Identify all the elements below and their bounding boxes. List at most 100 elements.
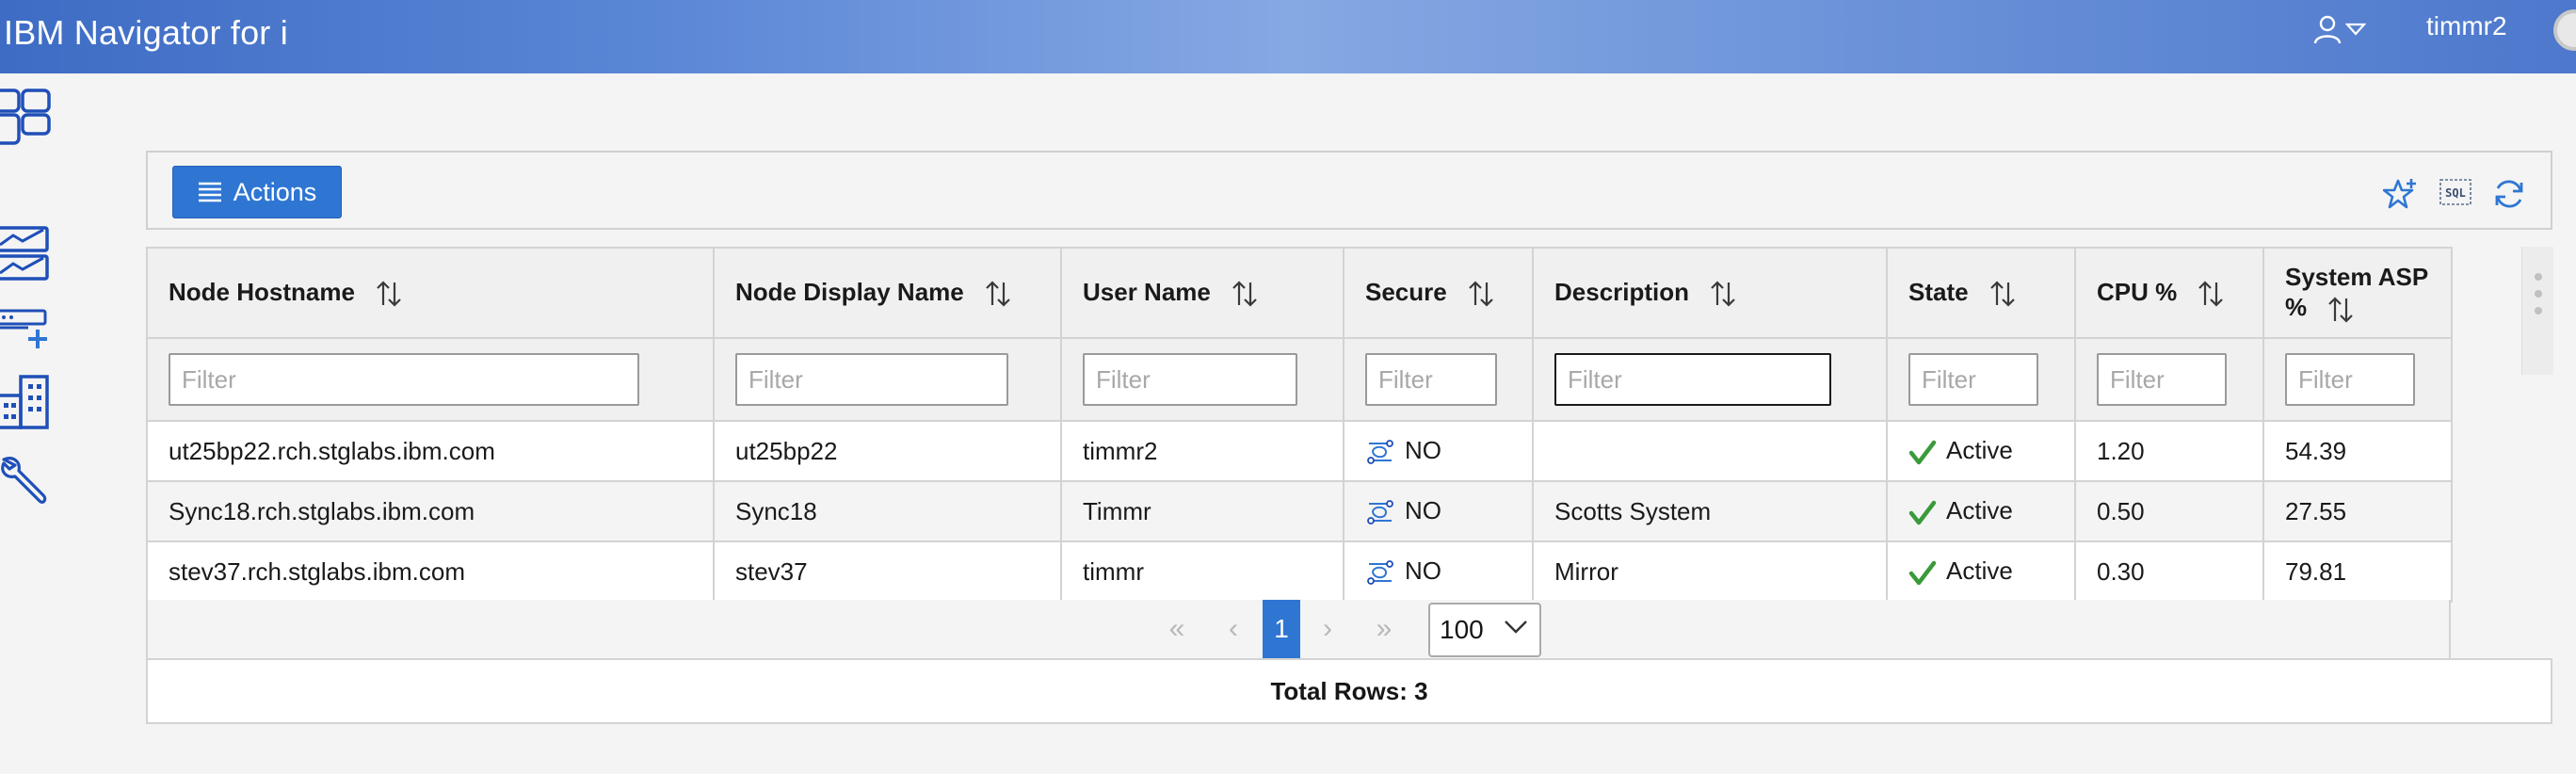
table-toolbar: Actions SQL	[146, 151, 2552, 230]
filter-cell	[713, 337, 1062, 422]
checkmark-icon	[1908, 500, 1937, 524]
unsecure-link-icon	[1367, 500, 1393, 524]
col-node-display-name[interactable]: Node Display Name	[713, 247, 1062, 339]
cell-description: Scotts System	[1532, 480, 1888, 542]
sort-icon[interactable]	[1709, 280, 1737, 308]
building-icon	[0, 375, 49, 429]
filter-cell	[2074, 337, 2264, 422]
nav-tools[interactable]	[0, 454, 53, 507]
col-secure[interactable]: Secure	[1343, 247, 1534, 339]
prev-page-button[interactable]: ‹	[1210, 600, 1257, 658]
sort-icon[interactable]	[375, 280, 403, 308]
filter-description[interactable]	[1554, 353, 1831, 406]
table-row[interactable]: Sync18.rch.stglabs.ibm.com Sync18 Timmr …	[146, 480, 2453, 542]
last-page-button[interactable]: »	[1360, 600, 1408, 658]
sort-icon[interactable]	[1467, 280, 1495, 308]
secure-value: NO	[1405, 435, 1441, 464]
sort-icon[interactable]	[2326, 296, 2355, 324]
cell-secure: NO	[1343, 420, 1534, 482]
first-page-button[interactable]: «	[1153, 600, 1200, 658]
filter-cell	[2262, 337, 2453, 422]
wrench-icon	[1, 457, 47, 504]
monitor-icon	[0, 226, 49, 281]
add-system-icon	[0, 309, 47, 348]
cell-asp: 27.55	[2262, 480, 2453, 542]
refresh-button[interactable]	[2492, 177, 2530, 215]
secure-value: NO	[1405, 495, 1441, 524]
sort-icon[interactable]	[984, 280, 1012, 308]
unsecure-link-icon	[1367, 560, 1393, 585]
col-description[interactable]: Description	[1532, 247, 1888, 339]
menu-lines-icon	[198, 182, 221, 202]
filter-cpu[interactable]	[2097, 353, 2227, 406]
sort-icon[interactable]	[1988, 280, 2017, 308]
app-header: IBM Navigator for i timmr2	[0, 0, 2576, 73]
sql-button[interactable]: SQL	[2438, 177, 2475, 215]
col-cpu[interactable]: CPU %	[2074, 247, 2264, 339]
favorite-button[interactable]	[2382, 177, 2421, 215]
filter-node-display-name[interactable]	[735, 353, 1008, 406]
filter-cell	[1886, 337, 2076, 422]
filter-cell	[1532, 337, 1888, 422]
page-size-value: 100	[1440, 615, 1484, 644]
cell-secure: NO	[1343, 480, 1534, 542]
table-row[interactable]: stev37.rch.stglabs.ibm.com stev37 timmr …	[146, 540, 2453, 603]
col-system-asp[interactable]: System ASP %	[2262, 247, 2453, 339]
sort-icon[interactable]	[1231, 280, 1259, 308]
unsecure-link-icon	[1367, 440, 1393, 464]
cell-cpu: 1.20	[2074, 420, 2264, 482]
nodes-table: Node Hostname Node Display Name User Nam…	[146, 247, 2453, 603]
username-label[interactable]: timmr2	[2426, 11, 2507, 41]
cell-description	[1532, 420, 1888, 482]
cell-asp: 54.39	[2262, 420, 2453, 482]
nodes-table-container: Node Hostname Node Display Name User Nam…	[146, 247, 2453, 603]
app-title: IBM Navigator for i	[4, 13, 288, 52]
filter-user-name[interactable]	[1083, 353, 1297, 406]
sort-icon[interactable]	[2197, 280, 2225, 308]
user-menu-button[interactable]	[2311, 13, 2366, 45]
filter-state[interactable]	[1908, 353, 2038, 406]
cell-hostname: stev37.rch.stglabs.ibm.com	[146, 540, 715, 603]
cell-cpu: 0.50	[2074, 480, 2264, 542]
nav-dashboard[interactable]	[0, 87, 53, 145]
nav-monitors[interactable]	[0, 226, 53, 281]
sql-icon: SQL	[2439, 179, 2471, 205]
next-page-button[interactable]: ›	[1304, 600, 1351, 658]
svg-text:SQL: SQL	[2445, 186, 2466, 200]
help-button[interactable]	[2553, 9, 2576, 51]
nav-add-system[interactable]	[0, 307, 53, 360]
state-value: Active	[1946, 556, 2013, 586]
left-navigation	[0, 73, 56, 774]
cell-cpu: 0.30	[2074, 540, 2264, 603]
actions-button[interactable]: Actions	[172, 166, 342, 218]
filter-cell	[1060, 337, 1344, 422]
nav-buildings[interactable]	[0, 375, 53, 429]
secure-value: NO	[1405, 556, 1441, 585]
col-node-hostname[interactable]: Node Hostname	[146, 247, 715, 339]
filter-cell	[146, 337, 715, 422]
cell-hostname: Sync18.rch.stglabs.ibm.com	[146, 480, 715, 542]
col-state[interactable]: State	[1886, 247, 2076, 339]
caret-down-icon	[2345, 23, 2366, 36]
cell-display-name: stev37	[713, 540, 1062, 603]
filter-secure[interactable]	[1365, 353, 1497, 406]
column-options-handle[interactable]	[2521, 247, 2553, 375]
total-rows-label: Total Rows: 3	[146, 658, 2552, 724]
table-row[interactable]: ut25bp22.rch.stglabs.ibm.com ut25bp22 ti…	[146, 420, 2453, 482]
cell-hostname: ut25bp22.rch.stglabs.ibm.com	[146, 420, 715, 482]
cell-state: Active	[1886, 480, 2076, 542]
actions-label: Actions	[233, 177, 317, 206]
filter-system-asp[interactable]	[2285, 353, 2415, 406]
favorite-star-icon	[2382, 179, 2416, 209]
cell-asp: 79.81	[2262, 540, 2453, 603]
cell-secure: NO	[1343, 540, 1534, 603]
chevron-down-icon	[1505, 621, 1527, 634]
checkmark-icon	[1908, 440, 1937, 464]
cell-state: Active	[1886, 540, 2076, 603]
col-user-name[interactable]: User Name	[1060, 247, 1344, 339]
filter-node-hostname[interactable]	[169, 353, 639, 406]
cell-user: timmr	[1060, 540, 1344, 603]
cell-description: Mirror	[1532, 540, 1888, 603]
page-size-select[interactable]: 100	[1428, 603, 1541, 657]
page-1-button[interactable]: 1	[1263, 600, 1300, 658]
